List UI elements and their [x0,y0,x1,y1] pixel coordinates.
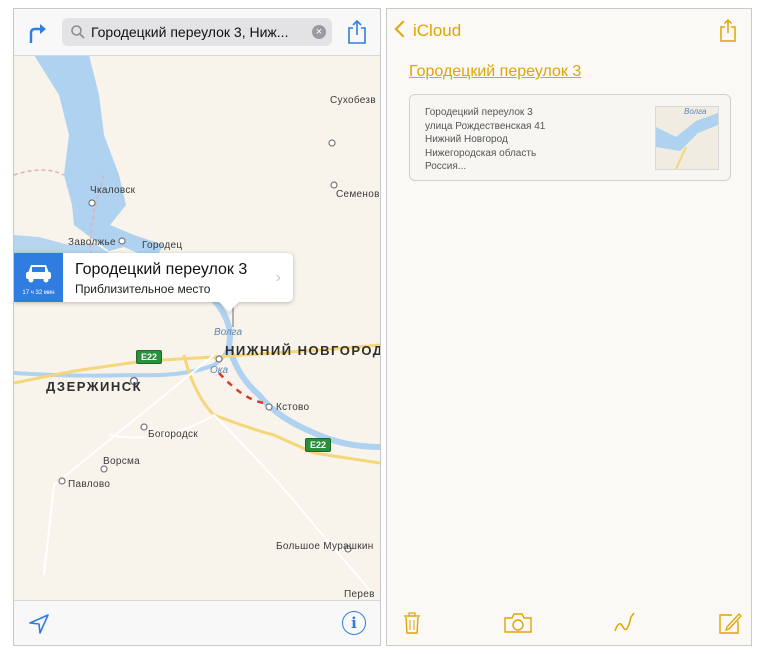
clear-search-icon[interactable]: × [312,25,326,39]
map-label-dzerzhinsk: ДЗЕРЖИНСК [46,379,143,394]
place-callout[interactable]: 17 ч 32 мин Городецкий переулок 3 Прибли… [14,253,293,312]
map-label-murashkino: Большое Мурашкин [276,541,374,552]
current-location-icon[interactable] [28,613,50,635]
address-line: Нижегородская область [425,147,537,159]
thumb-label-volga: Волга [684,107,707,116]
maps-top-bar: Городецкий переулок 3, Ниж... × [14,9,380,56]
map-thumbnail-graphic [656,107,718,169]
compose-icon[interactable] [717,611,743,635]
map-label-pavlovo: Павлово [68,479,111,490]
map-label-oka: Ока [210,365,229,376]
map-label-vorsma: Ворсма [103,456,141,467]
map-label-zavolzhye: Заволжье [68,237,116,248]
callout-subtitle: Приблизительное место [75,282,211,296]
map-label-e22-west: E22 [136,350,163,364]
camera-icon[interactable] [503,611,533,635]
back-label: iCloud [413,21,462,40]
share-icon[interactable] [346,19,368,45]
map-label-kstovo: Кстово [276,402,310,413]
maps-panel: Городецкий переулок 3, Ниж... × Сухобезв… [13,8,381,646]
notes-toolbar [387,601,751,645]
notes-panel: iCloud Городецкий переулок 3 Городецкий … [386,8,752,646]
address-line: Россия... [425,161,467,172]
map-canvas[interactable] [14,55,380,601]
map-link-card[interactable]: Городецкий переулок 3 улица Рождественск… [409,94,731,181]
info-icon[interactable]: i [342,611,366,635]
address-line: Нижний Новгород [425,134,508,145]
address-line: улица Рождественская 41 [425,120,546,132]
map-label-semenov: Семенов [336,189,380,200]
map-thumbnail: Волга [655,106,719,170]
chevron-right-icon[interactable]: › [276,269,281,287]
map-label-bogorodsk: Богородск [148,429,198,440]
trash-icon[interactable] [399,611,425,635]
maps-bottom-bar: i [14,600,380,645]
map-label-e22-east: E22 [305,438,332,452]
search-query: Городецкий переулок 3, Ниж... [91,24,289,40]
search-field[interactable]: Городецкий переулок 3, Ниж... × [62,18,332,46]
address-line: Городецкий переулок 3 [425,107,533,118]
search-icon [71,25,85,39]
sketch-icon[interactable] [611,611,637,635]
callout-title: Городецкий переулок 3 [75,261,248,278]
map-label-sukhobez: Сухобезв [330,95,376,106]
drive-eta: 17 ч 32 мин [22,290,55,296]
address-text: Городецкий переулок 3 улица Рождественск… [425,106,545,174]
share-icon[interactable] [719,19,737,43]
map-label-gorodets: Городец [142,240,183,251]
back-button[interactable]: iCloud [394,20,462,43]
note-link-title[interactable]: Городецкий переулок 3 [409,63,581,81]
car-icon [26,265,51,283]
drive-directions-button[interactable]: 17 ч 32 мин [14,253,63,302]
map-label-nizhny-novgorod: НИЖНИЙ НОВГОРОД [225,343,381,358]
chevron-left-icon [394,20,412,38]
map-label-chkalovsk: Чкаловск [90,185,136,196]
map-label-perev: Перев [344,589,375,600]
directions-icon[interactable] [26,21,50,45]
